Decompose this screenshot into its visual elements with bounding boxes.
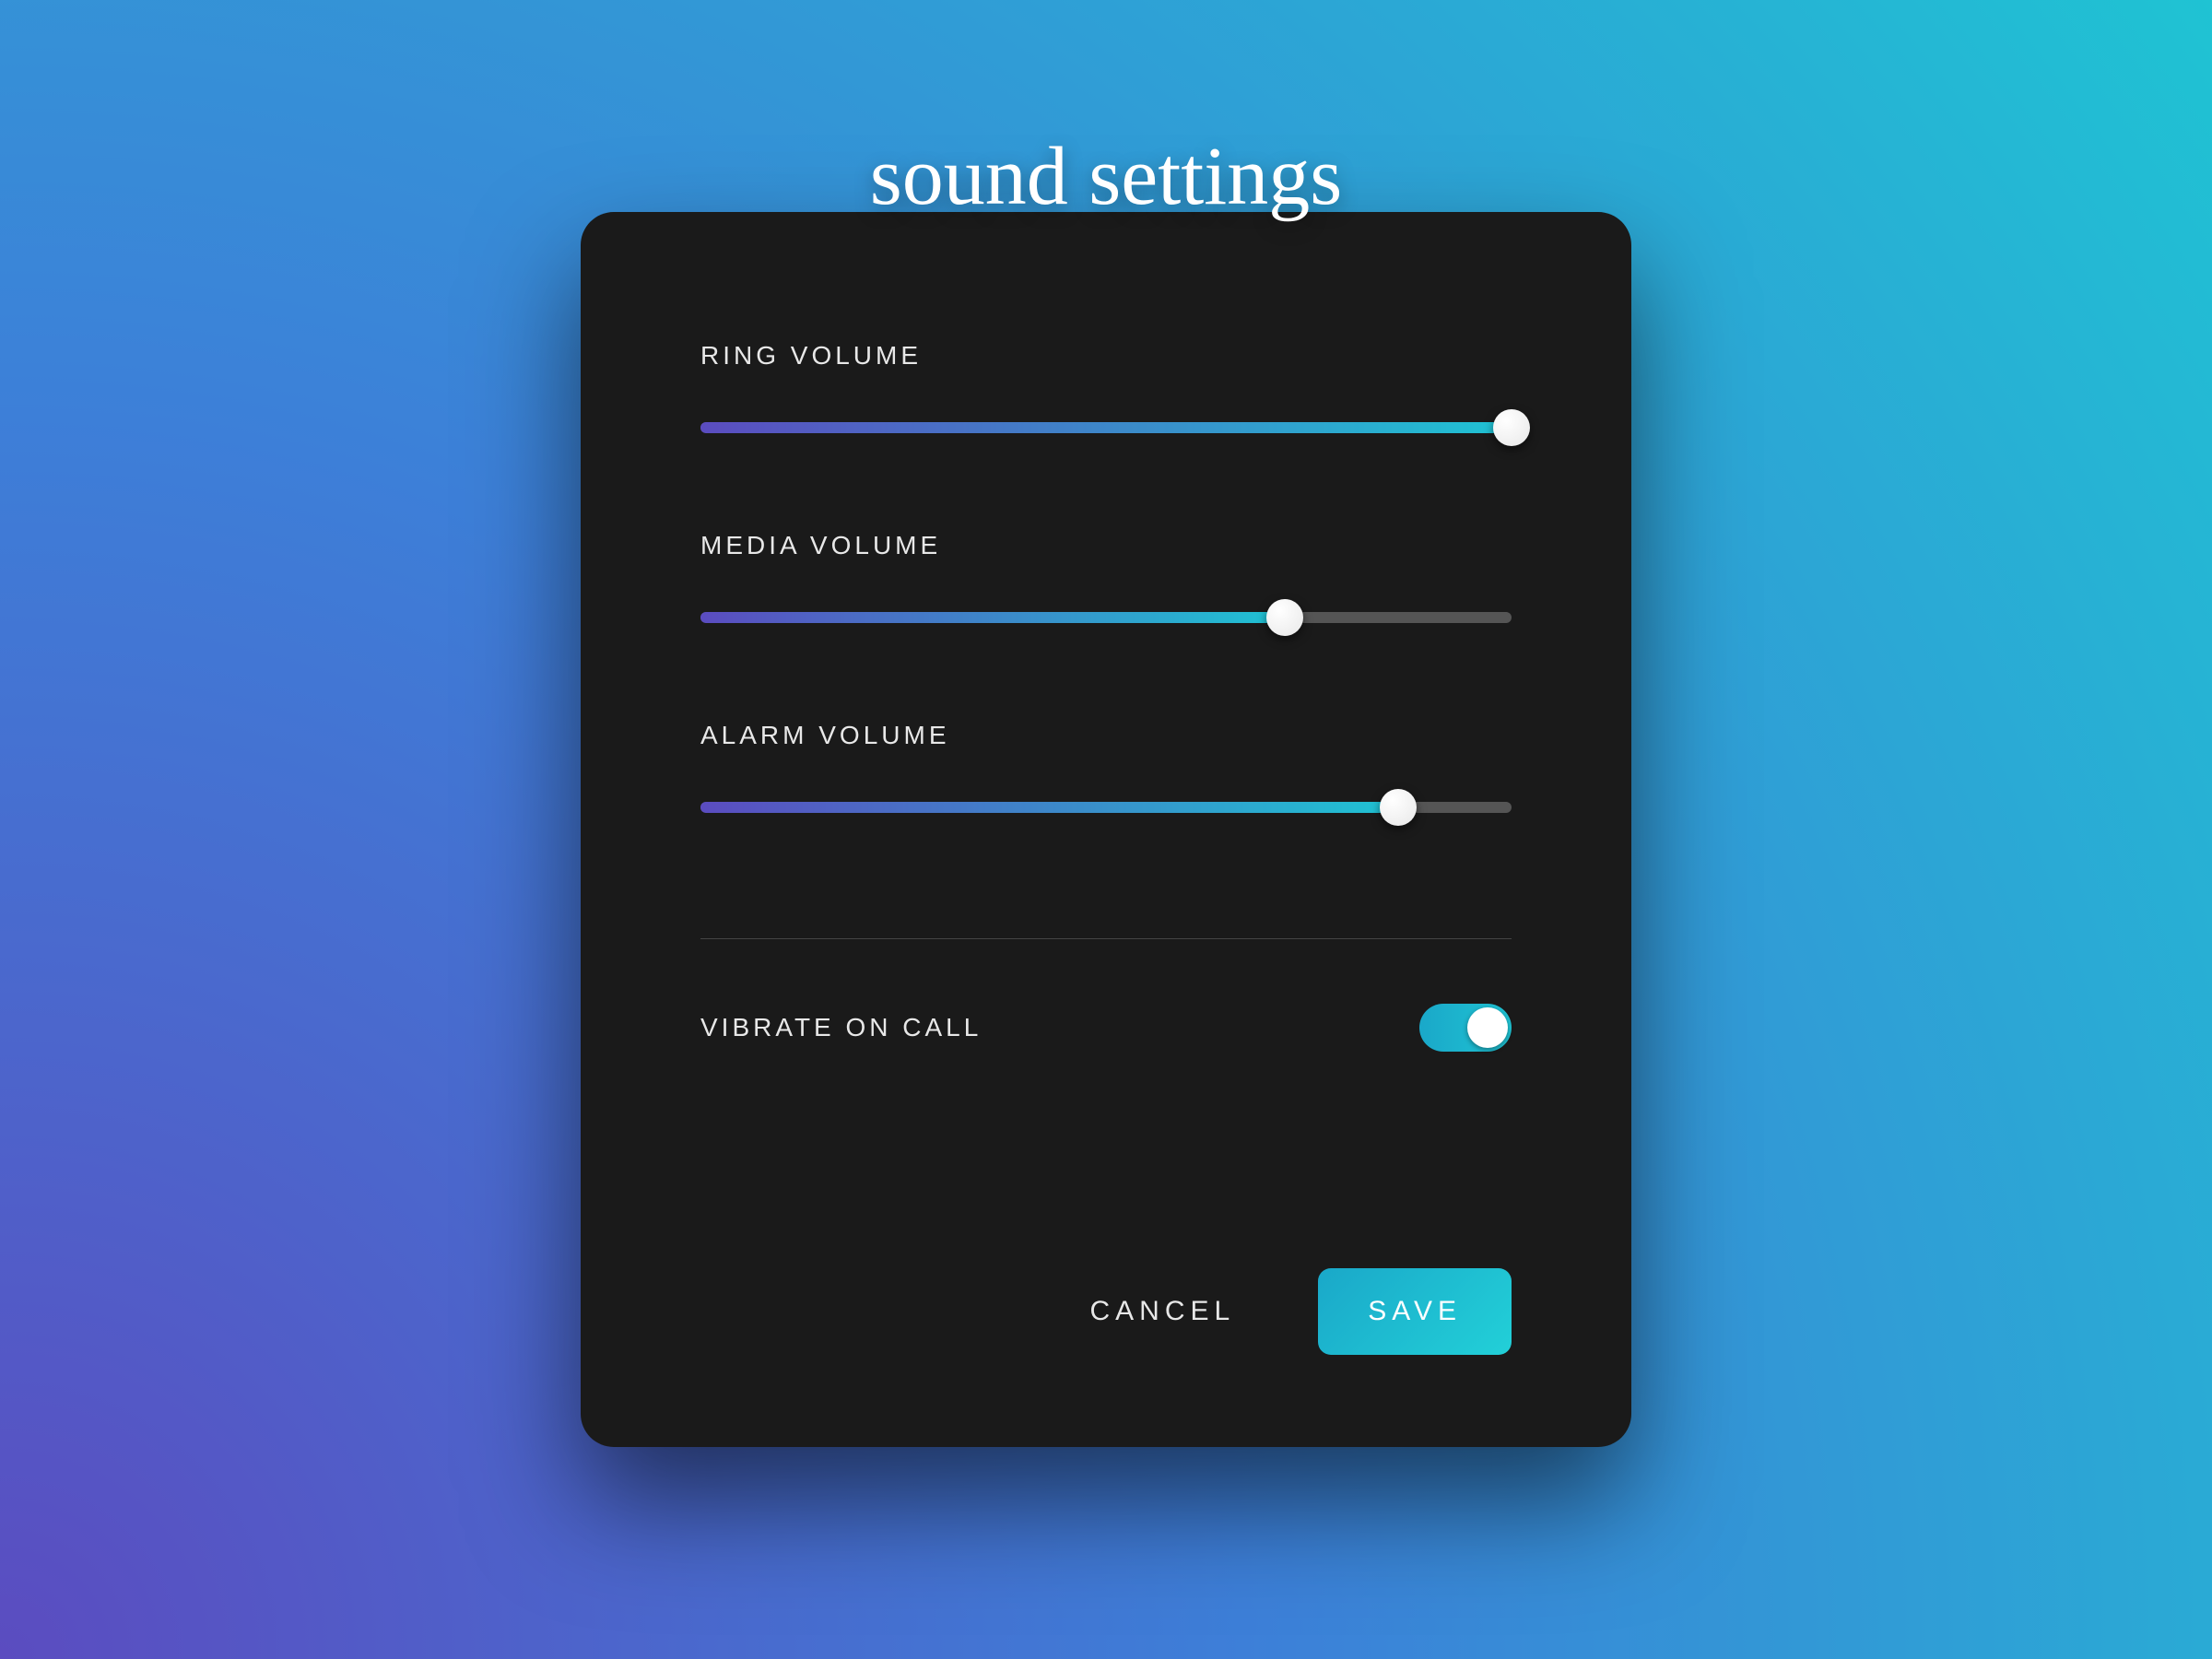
ring-volume-label: RING VOLUME (700, 341, 1512, 371)
slider-thumb[interactable] (1380, 789, 1417, 826)
alarm-volume-group: ALARM VOLUME (700, 721, 1512, 818)
media-volume-group: MEDIA VOLUME (700, 531, 1512, 629)
media-volume-label: MEDIA VOLUME (700, 531, 1512, 560)
slider-fill (700, 612, 1285, 623)
vibrate-label: VIBRATE ON CALL (700, 1013, 982, 1042)
page-title: sound settings (870, 129, 1343, 224)
settings-panel: RING VOLUME MEDIA VOLUME ALARM VOLUME (581, 212, 1631, 1447)
save-button[interactable]: SAVE (1318, 1268, 1512, 1355)
dialog-actions: CANCEL SAVE (700, 1213, 1512, 1355)
alarm-volume-label: ALARM VOLUME (700, 721, 1512, 750)
divider (700, 938, 1512, 939)
cancel-button[interactable]: CANCEL (1089, 1296, 1235, 1327)
alarm-volume-slider[interactable] (700, 796, 1512, 818)
slider-thumb[interactable] (1493, 409, 1530, 446)
ring-volume-group: RING VOLUME (700, 341, 1512, 439)
media-volume-slider[interactable] (700, 606, 1512, 629)
slider-fill (700, 802, 1398, 813)
vibrate-row: VIBRATE ON CALL (700, 1004, 1512, 1052)
slider-thumb[interactable] (1266, 599, 1303, 636)
vibrate-toggle[interactable] (1419, 1004, 1512, 1052)
ring-volume-slider[interactable] (700, 417, 1512, 439)
toggle-knob (1467, 1007, 1508, 1048)
slider-fill (700, 422, 1512, 433)
